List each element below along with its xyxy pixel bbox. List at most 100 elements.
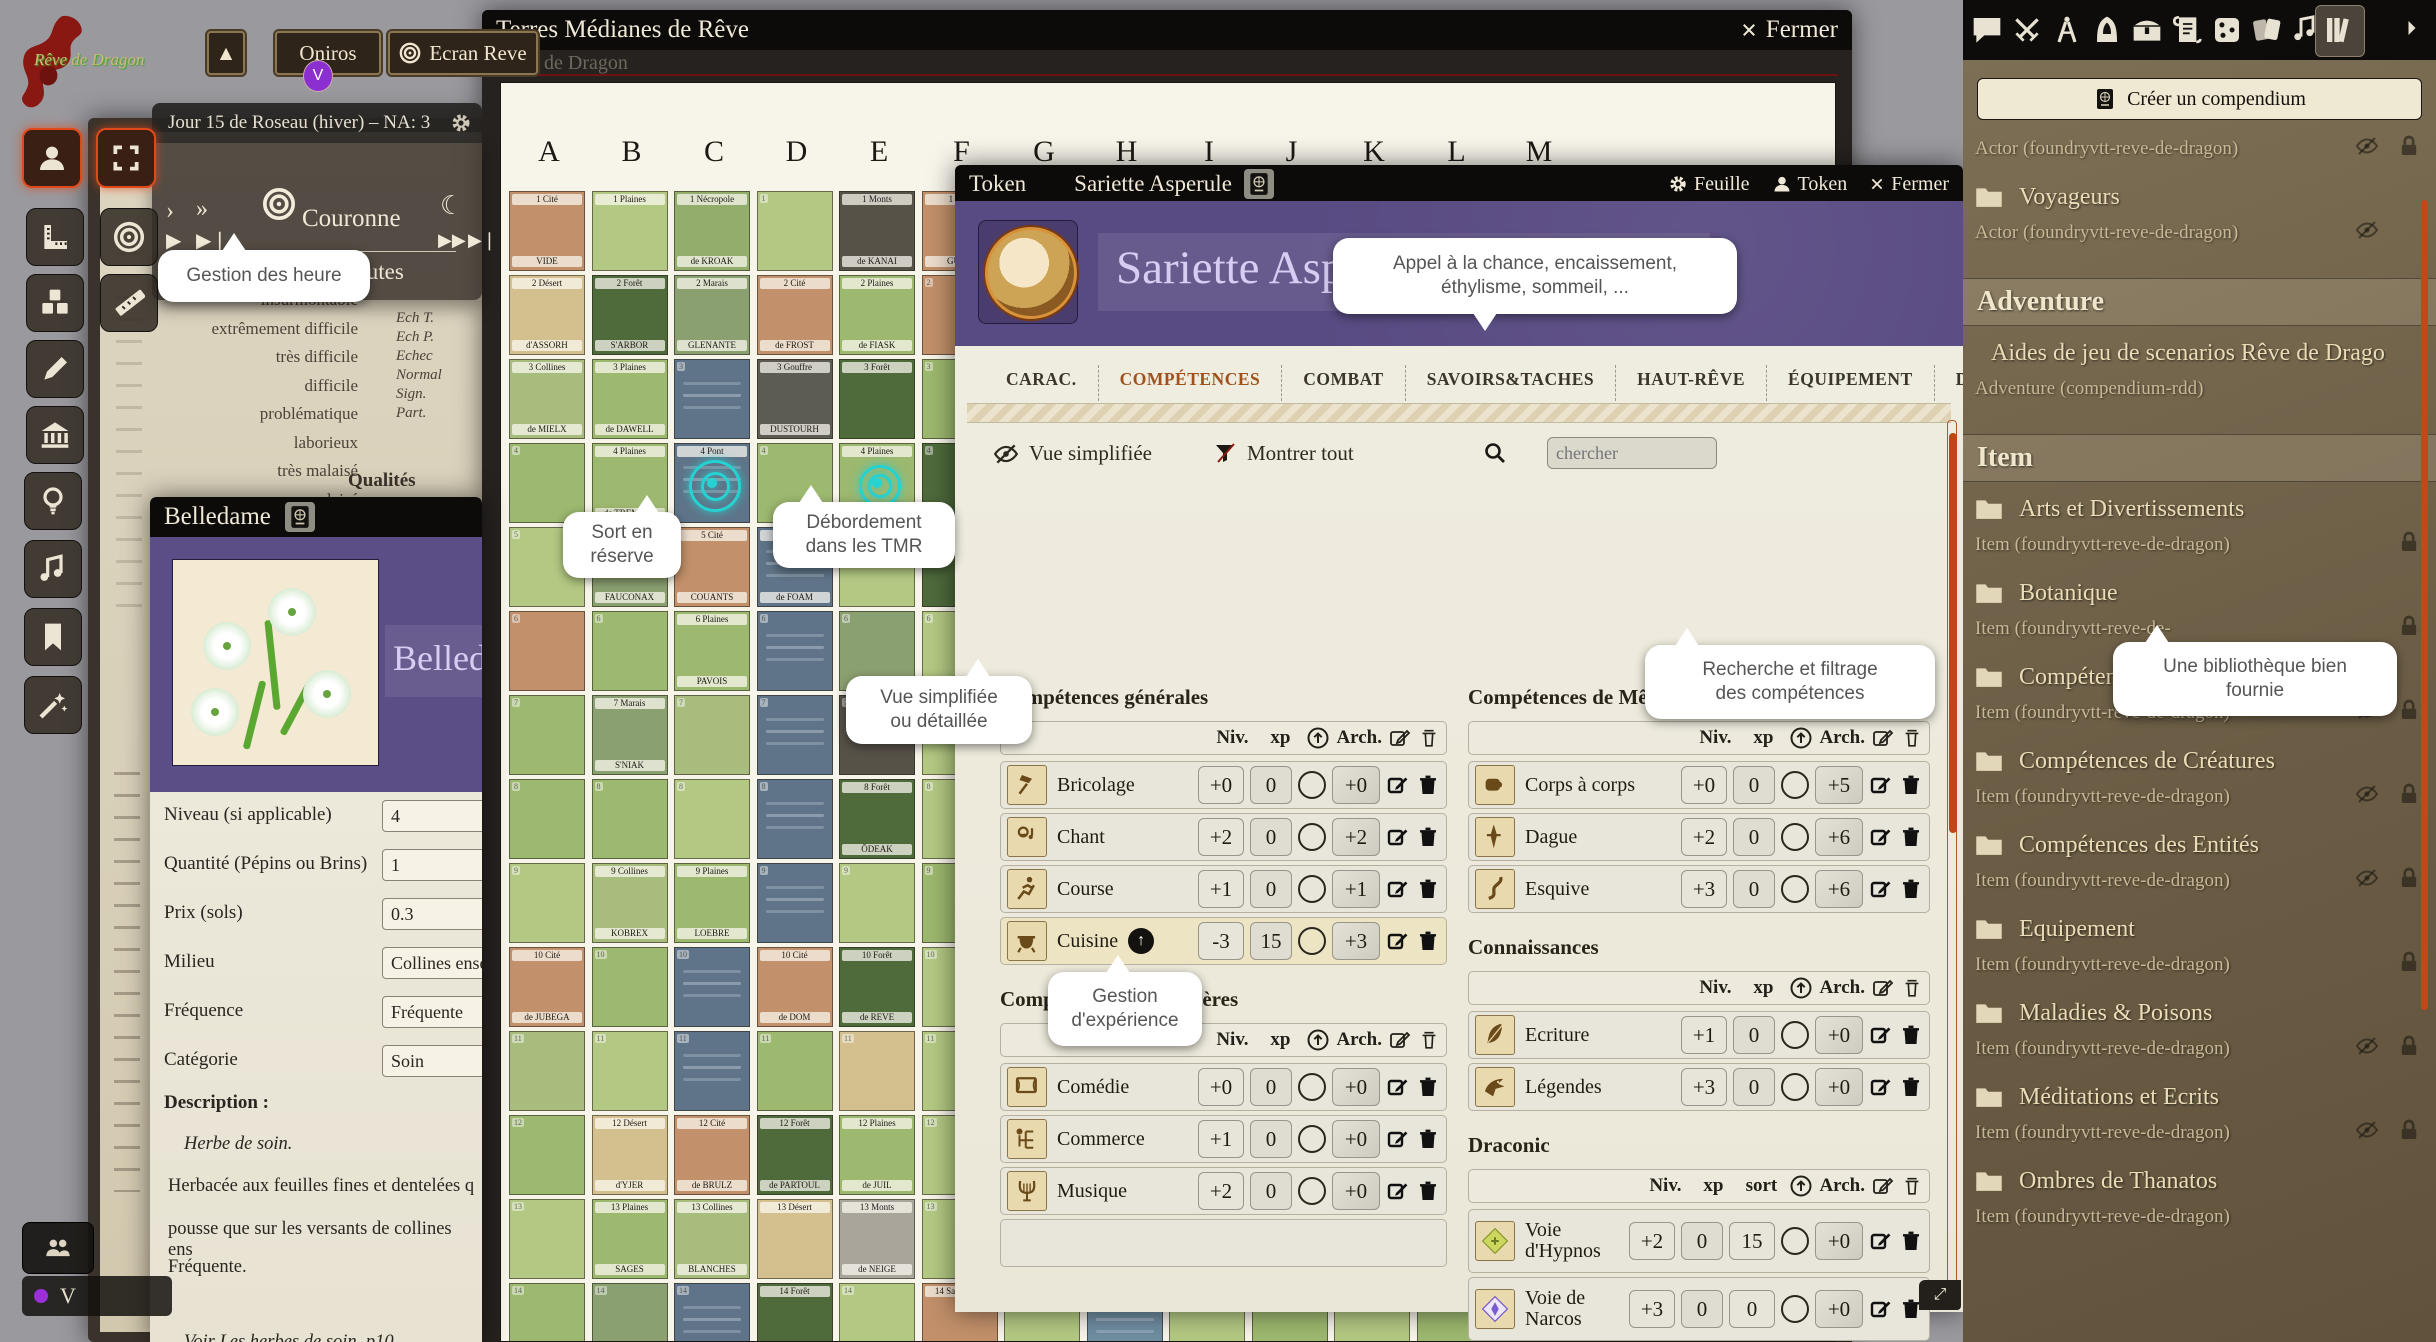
sidebar-tab-playlist[interactable]: [2289, 14, 2321, 46]
edit-icon[interactable]: [1386, 1127, 1410, 1151]
resize-handle[interactable]: ⤢: [1919, 1280, 1961, 1310]
feather-icon[interactable]: [1475, 1015, 1515, 1055]
fast-forward-button[interactable]: ▶▶: [438, 231, 466, 249]
edit-all-icon[interactable]: [1871, 726, 1895, 750]
skill-row-bricolage[interactable]: Bricolage+00+0: [1000, 761, 1447, 809]
sidebar-tab-settings[interactable]: [2363, 14, 2395, 46]
tmr-tile-D10[interactable]: 10 Citéde DOM: [757, 947, 833, 1027]
narcos-icon[interactable]: [1475, 1289, 1515, 1329]
delete-all-icon[interactable]: [1418, 727, 1440, 749]
tab-haut-r-ve[interactable]: HAUT-RÊVE: [1616, 365, 1767, 401]
xp-value[interactable]: 0: [1250, 1172, 1292, 1210]
delete-all-icon[interactable]: [1418, 1029, 1440, 1051]
sidebar-tab-rolltable[interactable]: [2211, 14, 2243, 46]
edit-icon[interactable]: [1386, 825, 1410, 849]
delete-all-icon[interactable]: [1901, 977, 1923, 999]
tmr-tile-B1[interactable]: 1 Plaines: [592, 191, 668, 271]
field-input-quantité[interactable]: 1: [382, 849, 482, 881]
tmr-tile-C3[interactable]: 3: [674, 359, 750, 439]
compendium-pack-label[interactable]: Item (foundryvtt-reve-de-dragon): [1975, 954, 2380, 978]
eye-slash-icon[interactable]: [993, 441, 1019, 467]
tmr-tile-C10[interactable]: 10: [674, 947, 750, 1027]
field-input-prix[interactable]: 0.3: [382, 898, 482, 930]
trash-icon[interactable]: [1416, 929, 1440, 953]
dodge-icon[interactable]: [1475, 869, 1515, 909]
folder-maladies-poisons[interactable]: Maladies & Poisons: [1975, 996, 2386, 1030]
compendium-pack-label[interactable]: Actor (foundryvtt-reve-de-dragon): [1975, 138, 2380, 162]
toolbar-pencil-button[interactable]: [26, 340, 84, 398]
singer-icon[interactable]: [1007, 817, 1047, 857]
edit-icon[interactable]: [1869, 1297, 1893, 1321]
compendium-pack-label[interactable]: Item (foundryvtt-reve-de-dragon): [1975, 534, 2380, 558]
niv-value[interactable]: +1: [1198, 870, 1244, 908]
ecran-reve-button[interactable]: Ecran Reve: [388, 31, 538, 75]
merchant-icon[interactable]: [1007, 1119, 1047, 1159]
tmr-tile-B8[interactable]: 8: [592, 779, 668, 859]
tmr-tile-E12[interactable]: 12 Plainesde JUIL: [839, 1115, 915, 1195]
edit-all-icon[interactable]: [1388, 1028, 1412, 1052]
hypnos-icon[interactable]: [1475, 1221, 1515, 1261]
xp-value[interactable]: 0: [1250, 1068, 1292, 1106]
edit-icon[interactable]: [1869, 825, 1893, 849]
filter-icon[interactable]: [1213, 441, 1237, 465]
sheet-titlebar[interactable]: Token Sariette Asperule Feuille Token Fe…: [955, 165, 1963, 203]
xp-value[interactable]: 0: [1250, 766, 1292, 804]
herb-image[interactable]: [172, 559, 379, 766]
tmr-tile-D2[interactable]: 2 Citéde FROST: [757, 275, 833, 355]
niv-value[interactable]: +0: [1198, 1068, 1244, 1106]
tmr-tile-C13[interactable]: 13 CollinesBLANCHES: [674, 1199, 750, 1279]
levelup-all-icon[interactable]: [1306, 726, 1330, 750]
xp-value[interactable]: 0: [1681, 1290, 1723, 1328]
sidebar-scrollbar[interactable]: [2421, 200, 2428, 1010]
roll-circle[interactable]: [1298, 927, 1326, 955]
tmr-tile-C9[interactable]: 9 PlainesLOEBRE: [674, 863, 750, 943]
tmr-tile-C2[interactable]: 2 MaraisGLENANTE: [674, 275, 750, 355]
hammer-icon[interactable]: [1007, 765, 1047, 805]
xp-value[interactable]: 0: [1733, 818, 1775, 856]
tmr-tile-A2[interactable]: 2 Désertd'ASSORH: [509, 275, 585, 355]
levelup-all-icon[interactable]: [1789, 1174, 1813, 1198]
xp-value[interactable]: 0: [1250, 818, 1292, 856]
tmr-tile-C1[interactable]: 1 Nécropolede KROAK: [674, 191, 750, 271]
sheet-config-button[interactable]: Feuille: [1668, 173, 1750, 196]
field-input-catégorie[interactable]: Soin: [382, 1045, 482, 1077]
folder-ombres-de-thanatos[interactable]: Ombres de Thanatos: [1975, 1164, 2386, 1198]
sheet-icon[interactable]: [1244, 169, 1274, 199]
niv-value[interactable]: +2: [1681, 818, 1727, 856]
fist-icon[interactable]: [1475, 765, 1515, 805]
trash-icon[interactable]: [1416, 1127, 1440, 1151]
tmr-tile-C14[interactable]: 14: [674, 1283, 750, 1342]
roll-circle[interactable]: [1781, 771, 1809, 799]
niv-value[interactable]: +0: [1198, 766, 1244, 804]
compendium-pack-label[interactable]: Item (foundryvtt-reve-de-dragon): [1975, 1206, 2380, 1230]
tmr-tile-B14[interactable]: 14: [592, 1283, 668, 1342]
toolbar-bank-button[interactable]: [26, 406, 84, 464]
skill-row-dague[interactable]: Dague+20+6: [1468, 813, 1930, 861]
tmr-tile-C7[interactable]: 7: [674, 695, 750, 775]
edit-icon[interactable]: [1386, 877, 1410, 901]
roll-circle[interactable]: [1781, 1021, 1809, 1049]
edit-icon[interactable]: [1386, 929, 1410, 953]
tmr-tile-B7[interactable]: 7 MaraisS'NIAK: [592, 695, 668, 775]
roll-circle[interactable]: [1298, 875, 1326, 903]
tmr-tile-E13[interactable]: 13 Montsde NEIGE: [839, 1199, 915, 1279]
tmr-tile-A10[interactable]: 10 Citéde JUBEGA: [509, 947, 585, 1027]
tmr-tile-C11[interactable]: 11: [674, 1031, 750, 1111]
tmr-tile-A7[interactable]: 7: [509, 695, 585, 775]
toolbar-bullseye-button[interactable]: [100, 208, 158, 266]
tmr-tile-E9[interactable]: 9: [839, 863, 915, 943]
toolbar-ruler-diagonal-button[interactable]: [100, 274, 158, 332]
sheet-scrollbar-thumb[interactable]: [1949, 433, 1957, 833]
tmr-tile-B11[interactable]: 11: [592, 1031, 668, 1111]
folder-botanique[interactable]: Botanique: [1975, 576, 2386, 610]
show-all-toggle[interactable]: Montrer tout: [1247, 441, 1354, 466]
roll-circle[interactable]: [1298, 771, 1326, 799]
sidebar-tab-items[interactable]: [2131, 14, 2163, 46]
edit-icon[interactable]: [1869, 877, 1893, 901]
edit-icon[interactable]: [1386, 1075, 1410, 1099]
compendium-pack-label[interactable]: Adventure (compendium-rdd): [1975, 378, 2380, 402]
dragon-icon[interactable]: [1475, 1067, 1515, 1107]
sidebar-tab-collapse[interactable]: [2405, 14, 2419, 46]
xp-value[interactable]: 0: [1733, 1016, 1775, 1054]
lyre-icon[interactable]: [1007, 1171, 1047, 1211]
